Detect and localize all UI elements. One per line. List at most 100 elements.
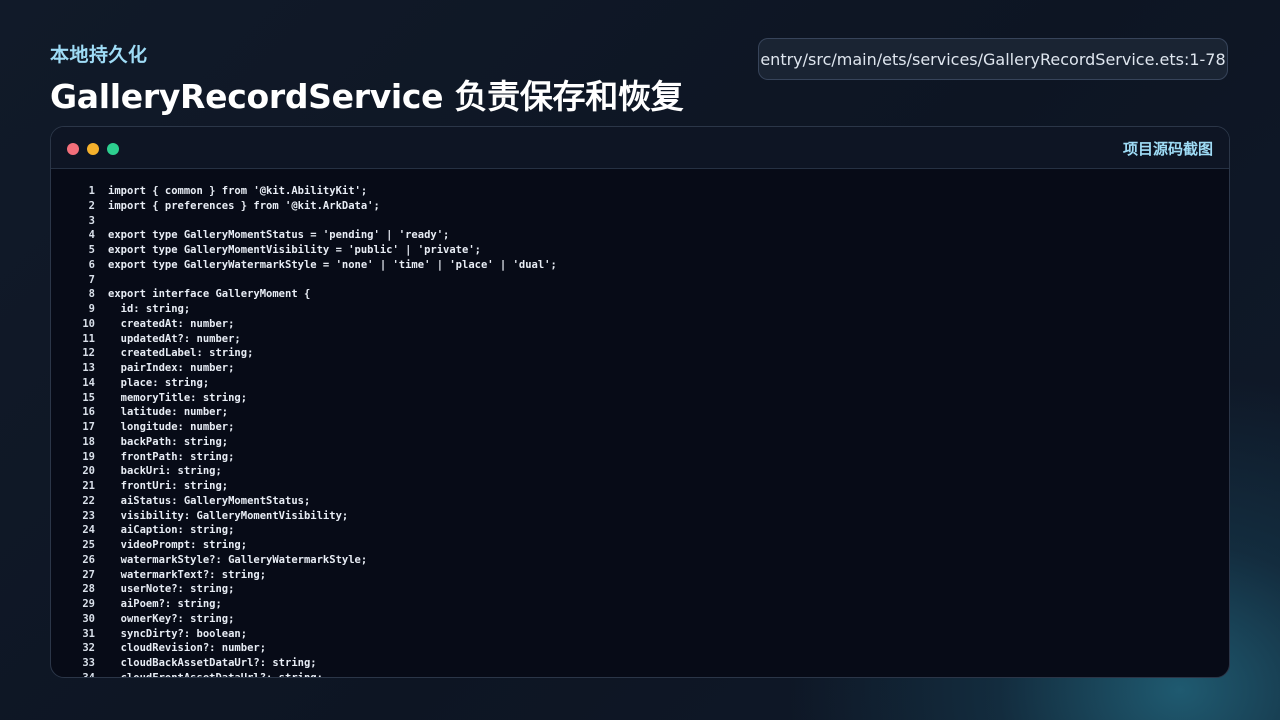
line-text: frontPath: string; [108, 450, 235, 463]
code-line: 4 export type GalleryMomentStatus = 'pend… [51, 228, 1229, 243]
code-window: 项目源码截图 1 import { common } from '@kit.Abi… [50, 126, 1230, 678]
line-number: 11 [82, 332, 95, 345]
code-line: 21 frontUri: string; [51, 479, 1229, 494]
line-text: place: string; [108, 376, 210, 389]
code-line: 1 import { common } from '@kit.AbilityKit… [51, 184, 1229, 199]
code-line: 30 ownerKey?: string; [51, 612, 1229, 627]
file-path-badge: entry/src/main/ets/services/GalleryRecor… [758, 38, 1228, 80]
line-text: latitude: number; [108, 406, 229, 419]
line-text: cloudFrontAssetDataUrl?: string; [108, 671, 323, 678]
line-number: 19 [82, 450, 95, 463]
line-text: longitude: number; [108, 421, 235, 433]
line-text: aiStatus: GalleryMomentStatus; [108, 494, 311, 507]
code-line: 23 visibility: GalleryMomentVisibility; [51, 509, 1229, 524]
code-line: 24 aiCaption: string; [51, 523, 1229, 538]
maximize-dot-icon [107, 143, 119, 155]
code-line: 6 export type GalleryWatermarkStyle = 'no… [51, 258, 1229, 273]
code-line: 22 aiStatus: GalleryMomentStatus; [51, 494, 1229, 509]
line-text: userNote?: string; [108, 583, 235, 596]
line-text: frontUri: string; [108, 480, 229, 492]
section-eyebrow: 本地持久化 [50, 44, 148, 66]
line-number: 6 [88, 258, 95, 271]
line-number: 2 [88, 199, 95, 212]
code-line: 2 import { preferences } from '@kit.ArkDa… [51, 199, 1229, 214]
code-line: 14 place: string; [51, 376, 1229, 391]
window-title-bar: 项目源码截图 [51, 127, 1229, 169]
code-line: 7 [51, 273, 1229, 288]
line-text: ownerKey?: string; [108, 612, 235, 625]
line-number: 20 [82, 465, 95, 478]
code-line: 8 export interface GalleryMoment { [51, 287, 1229, 302]
line-text: export interface GalleryMoment { [108, 288, 311, 301]
line-number: 22 [82, 494, 95, 507]
line-text: watermarkText?: string; [108, 568, 267, 581]
line-text [95, 273, 108, 288]
line-number: 17 [82, 421, 95, 433]
line-number: 13 [82, 362, 95, 374]
line-number: 24 [82, 524, 95, 537]
line-text: backPath: string; [108, 435, 229, 448]
code-line: 18 backPath: string; [51, 435, 1229, 450]
line-number: 21 [82, 480, 95, 492]
line-text: visibility: GalleryMomentVisibility; [108, 509, 349, 522]
code-line: 16 latitude: number; [51, 405, 1229, 420]
code-line: 19 frontPath: string; [51, 450, 1229, 465]
line-text: import { preferences } from '@kit.ArkDat… [108, 199, 380, 212]
code-line: 13 pairIndex: number; [51, 361, 1229, 376]
line-text: watermarkStyle?: GalleryWatermarkStyle; [108, 553, 368, 566]
code-line: 33 cloudBackAssetDataUrl?: string; [51, 656, 1229, 671]
code-line: 15 memoryTitle: string; [51, 391, 1229, 406]
code-line: 34 cloudFrontAssetDataUrl?: string; [51, 671, 1229, 678]
line-number: 30 [82, 612, 95, 625]
line-number: 25 [82, 539, 95, 551]
line-text: syncDirty?: boolean; [108, 627, 248, 640]
line-number: 26 [82, 553, 95, 566]
line-number: 23 [82, 509, 95, 522]
line-text: import { common } from '@kit.AbilityKit'… [108, 185, 368, 197]
window-label: 项目源码截图 [1122, 140, 1213, 158]
line-text: memoryTitle: string; [108, 391, 248, 404]
line-text: cloudRevision?: number; [108, 642, 267, 655]
line-text: export type GalleryMomentStatus = 'pendi… [108, 229, 450, 242]
line-text: id: string; [108, 303, 191, 315]
code-block: 1 import { common } from '@kit.AbilityKit… [51, 184, 1229, 678]
code-line: 3 [51, 214, 1229, 229]
line-number: 18 [82, 435, 95, 448]
line-number: 15 [82, 391, 95, 404]
line-text: pairIndex: number; [108, 362, 235, 374]
line-number: 31 [82, 627, 95, 640]
line-text: aiCaption: string; [108, 524, 235, 537]
code-line: 20 backUri: string; [51, 464, 1229, 479]
code-line: 17 longitude: number; [51, 420, 1229, 435]
code-line: 10 createdAt: number; [51, 317, 1229, 332]
code-line: 26 watermarkStyle?: GalleryWatermarkStyl… [51, 553, 1229, 568]
line-text: cloudBackAssetDataUrl?: string; [108, 657, 317, 669]
close-dot-icon [67, 143, 79, 155]
code-line: 29 aiPoem?: string; [51, 597, 1229, 612]
line-text: backUri: string; [108, 465, 222, 478]
code-line: 11 updatedAt?: number; [51, 332, 1229, 347]
line-number: 27 [82, 568, 95, 581]
line-number: 10 [82, 317, 95, 330]
page-title: GalleryRecordService 负责保存和恢复 [50, 77, 684, 116]
line-number: 29 [82, 598, 95, 610]
code-line: 27 watermarkText?: string; [51, 568, 1229, 583]
minimize-dot-icon [87, 143, 99, 155]
line-number: 34 [82, 671, 95, 678]
line-text: export type GalleryMomentVisibility = 'p… [108, 244, 481, 256]
line-number: 14 [82, 376, 95, 389]
line-number: 28 [82, 583, 95, 596]
line-number: 12 [82, 347, 95, 360]
line-number: 32 [82, 642, 95, 655]
line-number: 8 [88, 288, 95, 301]
line-text: createdAt: number; [108, 317, 235, 330]
line-number: 9 [88, 303, 95, 315]
line-number: 7 [88, 273, 95, 286]
code-line: 9 id: string; [51, 302, 1229, 317]
code-line: 32 cloudRevision?: number; [51, 641, 1229, 656]
line-number: 5 [88, 244, 95, 256]
line-number: 33 [82, 657, 95, 669]
line-text: videoPrompt: string; [108, 539, 248, 551]
line-number: 4 [88, 229, 95, 242]
code-line: 28 userNote?: string; [51, 582, 1229, 597]
